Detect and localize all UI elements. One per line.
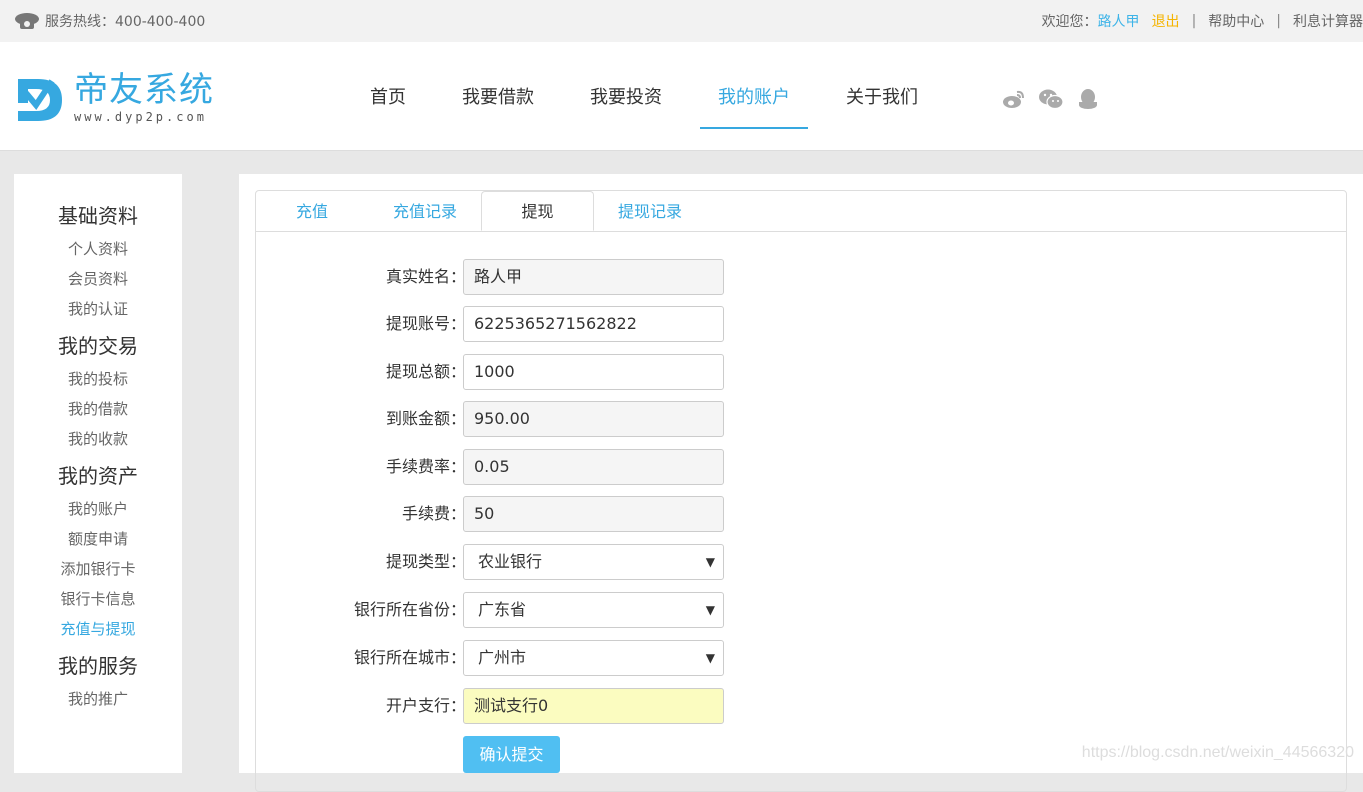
row-account: 提现账号： 6225365271562822 [256,306,956,342]
withdraw-type-select[interactable]: 农业银行 ▼ [463,544,724,580]
site-header: 帝友系统 www.dyp2p.com 首页 我要借款 我要投资 我的账户 关于我… [0,42,1363,151]
watermark: https://blog.csdn.net/weixin_44566320 [1081,744,1354,761]
nav-my-account[interactable]: 我的账户 [700,42,808,150]
nav-invest[interactable]: 我要投资 [572,42,680,150]
sidebar-item-personal-info[interactable]: 个人资料 [14,234,182,264]
row-province: 银行所在省份： 广东省 ▼ [256,592,956,628]
fee-rate-field: 0.05 [463,449,724,485]
tab-recharge-records[interactable]: 充值记录 [368,191,482,231]
withdraw-type-value: 农业银行 [478,552,543,571]
dropdown-caret-icon: ▼ [705,555,715,569]
social-links [1002,88,1100,110]
withdraw-panel: 充值 充值记录 提现 提现记录 真实姓名： 路人甲 提现账号： 62253652… [255,190,1347,792]
dropdown-caret-icon: ▼ [705,603,715,617]
calculator-link[interactable]: 利息计算器 [1293,11,1363,31]
sidebar-item-add-bank-card[interactable]: 添加银行卡 [14,554,182,584]
total-label: 提现总额： [385,362,466,381]
sidebar-item-recharge-withdraw[interactable]: 充值与提现 [14,614,182,644]
city-select[interactable]: 广州市 ▼ [463,640,724,676]
nav-about[interactable]: 关于我们 [828,42,936,150]
sidebar-group-services: 我的服务 我的推广 [14,648,182,714]
row-real-name: 真实姓名： 路人甲 [256,259,956,295]
sidebar: 基础资料 个人资料 会员资料 我的认证 我的交易 我的投标 我的借款 我的收款 … [14,174,182,773]
sidebar-item-my-receipts[interactable]: 我的收款 [14,424,182,454]
sidebar-group-title: 我的资产 [58,464,138,488]
real-name-label: 真实姓名： [385,267,466,286]
received-amount-field: 950.00 [463,401,724,437]
help-center-link[interactable]: 帮助中心 [1208,11,1264,31]
submit-button[interactable]: 确认提交 [463,736,560,773]
received-label: 到账金额： [385,409,466,428]
sidebar-item-verification[interactable]: 我的认证 [14,294,182,324]
hotline-text: 服务热线：400-400-400 [45,14,206,30]
city-label: 银行所在城市： [353,648,466,667]
sidebar-group-title: 我的交易 [58,334,138,358]
city-value: 广州市 [478,648,527,667]
sidebar-group-basic: 基础资料 个人资料 会员资料 我的认证 [14,198,182,324]
nav-borrow[interactable]: 我要借款 [444,42,552,150]
sidebar-group-assets: 我的资产 我的账户 额度申请 添加银行卡 银行卡信息 充值与提现 [14,458,182,644]
row-branch: 开户支行： 测试支行0 [256,688,956,724]
main-nav: 首页 我要借款 我要投资 我的账户 关于我们 [352,42,956,150]
row-total: 提现总额： 1000 [256,354,956,390]
wechat-icon[interactable] [1038,88,1064,110]
separator: | [1191,13,1197,29]
fee-label: 手续费： [401,504,466,523]
welcome-text: 欢迎您： [1041,14,1098,30]
fee-rate-label: 手续费率： [385,457,466,476]
row-type: 提现类型： 农业银行 ▼ [256,544,956,580]
username-link[interactable]: 路人甲 [1098,11,1140,31]
hotline: 服务热线：400-400-400 [14,0,205,42]
row-fee: 手续费： 50 [256,496,956,532]
tab-bar: 充值 充值记录 提现 提现记录 [256,191,1346,232]
sidebar-item-my-loans[interactable]: 我的借款 [14,394,182,424]
branch-field[interactable]: 测试支行0 [463,688,724,724]
account-label: 提现账号： [385,314,466,333]
account-field[interactable]: 6225365271562822 [463,306,724,342]
qq-icon[interactable] [1076,88,1100,110]
separator: | [1276,13,1281,29]
row-city: 银行所在城市： 广州市 ▼ [256,640,956,676]
sidebar-group-title: 我的服务 [58,654,138,678]
row-fee-rate: 手续费率： 0.05 [256,449,956,485]
withdraw-total-field[interactable]: 1000 [463,354,724,390]
branch-label: 开户支行： [385,696,466,715]
type-label: 提现类型： [385,552,466,571]
sidebar-item-my-bids[interactable]: 我的投标 [14,364,182,394]
weibo-icon[interactable] [1002,88,1026,110]
row-received: 到账金额： 950.00 [256,401,956,437]
province-select[interactable]: 广东省 ▼ [463,592,724,628]
logo[interactable]: 帝友系统 www.dyp2p.com [14,72,214,124]
tab-withdraw[interactable]: 提现 [481,191,594,231]
user-links: 欢迎您： 路人甲 退出 | 帮助中心 | 利息计算器 [1042,0,1363,42]
fee-field: 50 [463,496,724,532]
real-name-field: 路人甲 [463,259,724,295]
dropdown-caret-icon: ▼ [705,651,715,665]
tab-recharge[interactable]: 充值 [256,191,368,231]
phone-icon [15,13,39,29]
province-value: 广东省 [478,600,527,619]
sidebar-item-credit-apply[interactable]: 额度申请 [14,524,182,554]
main-content: 充值 充值记录 提现 提现记录 真实姓名： 路人甲 提现账号： 62253652… [239,174,1363,792]
logo-title: 帝友系统 [74,70,214,110]
sidebar-item-my-promotion[interactable]: 我的推广 [14,684,182,714]
sidebar-group-title: 基础资料 [58,204,138,228]
logo-url: www.dyp2p.com [74,110,207,124]
top-bar: 服务热线：400-400-400 欢迎您： 路人甲 退出 | 帮助中心 | 利息… [0,0,1363,42]
logout-link[interactable]: 退出 [1152,11,1180,31]
logo-mark-icon [18,79,62,121]
sidebar-item-bank-card-info[interactable]: 银行卡信息 [14,584,182,614]
sidebar-group-trade: 我的交易 我的投标 我的借款 我的收款 [14,328,182,454]
nav-home[interactable]: 首页 [352,42,424,150]
province-label: 银行所在省份： [353,600,466,619]
tab-withdraw-records[interactable]: 提现记录 [594,191,706,231]
sidebar-item-member-info[interactable]: 会员资料 [14,264,182,294]
sidebar-item-my-account[interactable]: 我的账户 [14,494,182,524]
